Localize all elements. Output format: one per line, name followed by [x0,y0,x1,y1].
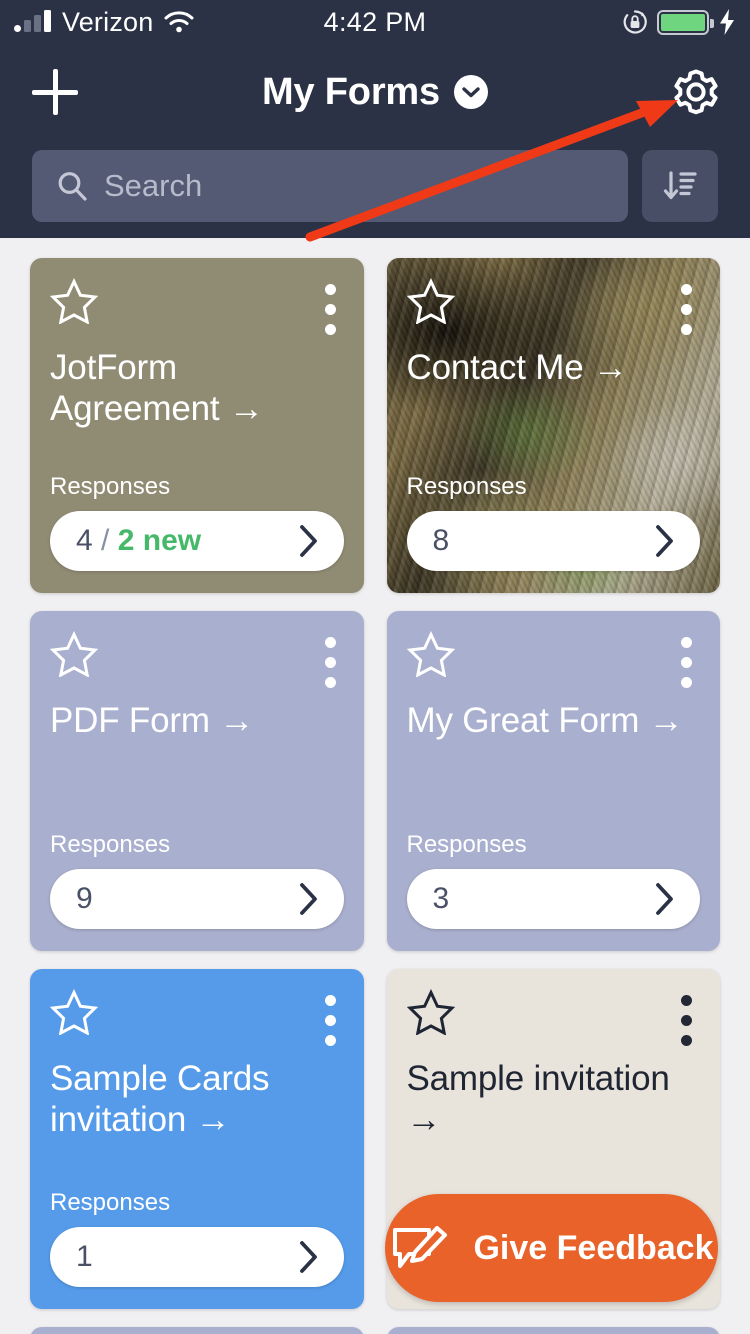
responses-total: 4 [76,524,93,557]
responses-count: 9 [76,882,93,916]
card-title: Sample invitation → [407,1058,701,1141]
more-vertical-icon[interactable] [325,989,344,1046]
form-card[interactable]: JotForm Agreement → Responses 4 / 2 new [30,258,364,593]
settings-button[interactable] [668,64,724,120]
battery-full-icon [657,10,709,35]
chevron-right-icon [298,882,320,916]
more-vertical-icon[interactable] [325,278,344,335]
page-title-group: My Forms [0,71,750,114]
more-vertical-icon[interactable] [681,631,700,688]
responses-pill[interactable]: 8 [407,511,701,571]
responses-pill[interactable]: 1 [50,1227,344,1287]
responses-label: Responses [50,831,344,859]
give-feedback-label: Give Feedback [473,1229,713,1268]
responses-label: Responses [407,831,701,859]
responses-pill[interactable]: 3 [407,869,701,929]
responses-label: Responses [50,473,344,501]
more-vertical-icon[interactable] [325,631,344,688]
card-top-row [50,278,344,335]
card-top-row [50,989,344,1046]
chevron-right-icon [298,1240,320,1274]
responses-separator: / [101,524,109,557]
responses-total: 9 [76,882,93,915]
responses-label: Responses [50,1189,344,1217]
card-title-text: Sample Cards invitation [50,1059,269,1139]
form-card[interactable]: Sample Cards invitation → Responses 1 [30,969,364,1309]
star-outline-icon[interactable] [407,989,455,1035]
responses-pill[interactable]: 4 / 2 new [50,511,344,571]
responses-total: 8 [433,524,450,557]
star-outline-icon[interactable] [50,631,98,677]
star-outline-icon[interactable] [407,631,455,677]
card-title: PDF Form → [50,700,344,741]
card-top-row [407,631,701,688]
responses-count: 3 [433,882,450,916]
card-title: JotForm Agreement → [50,347,344,430]
more-vertical-icon[interactable] [681,989,700,1046]
star-outline-icon[interactable] [50,989,98,1035]
responses-pill[interactable]: 9 [50,869,344,929]
card-arrow-icon: → [649,701,684,740]
forms-grid: JotForm Agreement → Responses 4 / 2 new [0,238,750,1309]
responses-count: 4 / 2 new [76,524,201,558]
card-bottom: Responses 3 [407,831,701,929]
chevron-right-icon [298,524,320,558]
responses-new: 2 new [118,524,201,557]
search-input[interactable]: Search [32,150,628,222]
card-arrow-icon: → [229,389,264,428]
gear-icon [668,64,724,120]
app-header: Verizon 4:42 PM [0,0,750,238]
card-arrow-icon: → [219,701,254,740]
app-root: Verizon 4:42 PM [0,0,750,1334]
card-title-text: Sample invitation [407,1059,670,1098]
form-card[interactable] [387,1327,721,1334]
sort-button[interactable] [642,150,718,222]
clock-label: 4:42 PM [0,7,750,38]
card-bottom: Responses 4 / 2 new [50,473,344,571]
star-outline-icon[interactable] [407,278,455,324]
edit-comment-icon [389,1220,451,1276]
more-vertical-icon[interactable] [681,278,700,335]
sort-descending-icon [660,166,700,206]
chevron-right-icon [654,882,676,916]
give-feedback-button[interactable]: Give Feedback [385,1194,718,1302]
card-bottom: Responses 9 [50,831,344,929]
chevron-right-icon [654,524,676,558]
nav-bar: My Forms [0,44,750,140]
card-arrow-icon: → [196,1100,231,1139]
card-top-row [407,278,701,335]
card-top-row [50,631,344,688]
chevron-down-icon [462,86,480,98]
status-bar: Verizon 4:42 PM [0,0,750,44]
add-form-button[interactable] [26,63,84,121]
card-title: Sample Cards invitation → [50,1058,344,1141]
card-title-text: JotForm Agreement [50,348,219,428]
card-title-text: Contact Me [407,348,584,387]
card-arrow-icon: → [593,348,628,387]
forms-dropdown-button[interactable] [454,75,488,109]
card-title-text: PDF Form [50,701,210,740]
page-title: My Forms [262,71,440,114]
star-outline-icon[interactable] [50,278,98,324]
card-top-row [407,989,701,1046]
card-bottom: Responses 1 [50,1189,344,1287]
form-card[interactable]: Contact Me → Responses 8 [387,258,721,593]
form-card[interactable] [30,1327,364,1334]
card-arrow-icon: → [407,1100,442,1139]
search-icon [56,170,88,202]
form-card[interactable]: My Great Form → Responses 3 [387,611,721,951]
forms-grid-next-row [0,1327,750,1334]
responses-total: 1 [76,1240,93,1273]
card-title: My Great Form → [407,700,701,741]
search-bar-row: Search [0,140,750,232]
card-bottom: Responses 8 [407,473,701,571]
responses-count: 8 [433,524,450,558]
form-card[interactable]: PDF Form → Responses 9 [30,611,364,951]
card-title-text: My Great Form [407,701,640,740]
card-title: Contact Me → [407,347,701,388]
responses-count: 1 [76,1240,93,1274]
search-placeholder: Search [104,168,202,204]
responses-label: Responses [407,473,701,501]
responses-total: 3 [433,882,450,915]
